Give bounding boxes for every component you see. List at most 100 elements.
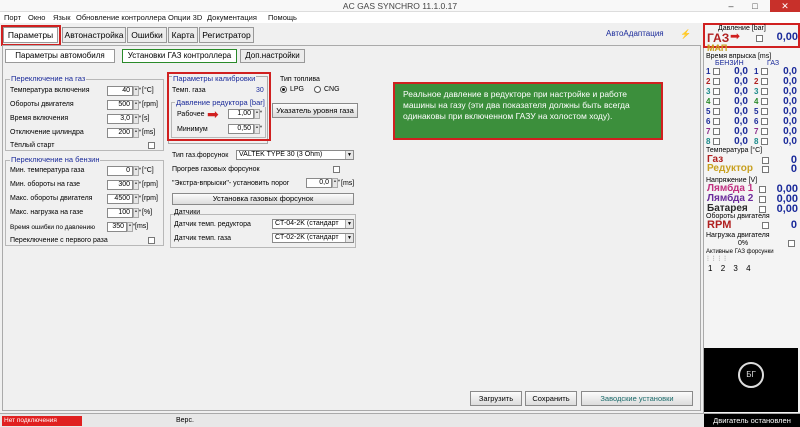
chevron-down-icon: ▼ [345, 151, 353, 159]
tab-map[interactable]: Карта [168, 27, 198, 43]
lpg-radio[interactable] [280, 86, 287, 93]
menu-help[interactable]: Помощь [268, 13, 297, 22]
tab-highlight [1, 25, 61, 46]
cylinder-num: 8 [706, 137, 711, 146]
gas-sensor-select[interactable]: CT-02-2K (стандарт ▼ [272, 233, 354, 243]
max-rpm-spinner[interactable]: ▲▼ [133, 194, 142, 204]
menu-3d[interactable]: Опции 3D [168, 13, 202, 22]
load-button[interactable]: Загрузить [470, 391, 522, 406]
lightning-icon: ⚡ [680, 29, 692, 39]
cylinder-petrol-checkbox[interactable] [713, 78, 720, 85]
enable-time-spinner[interactable]: ▲▼ [133, 114, 142, 124]
enable-temp-label: Температура включения [10, 87, 90, 94]
min-gas-rpm-unit: [rpm] [142, 181, 158, 188]
cylinder-petrol-checkbox[interactable] [713, 138, 720, 145]
cylinder-petrol-checkbox[interactable] [713, 118, 720, 125]
cylinder-gas-checkbox[interactable] [761, 128, 768, 135]
fuel-type-title: Тип топлива [280, 76, 320, 83]
cyl-off-spinner[interactable]: ▲▼ [133, 128, 142, 138]
version-label: Верс. [176, 417, 194, 424]
subtab-extra[interactable]: Доп.настройки [240, 49, 305, 63]
cylinder-gas-checkbox[interactable] [761, 88, 768, 95]
cylinder-gas-checkbox[interactable] [761, 138, 768, 145]
cylinder-num: 5 [706, 107, 711, 116]
enable-temp-input[interactable]: 40 [107, 86, 133, 96]
menu-window[interactable]: Окно [28, 13, 45, 22]
cylinder-gas-checkbox[interactable] [761, 108, 768, 115]
cylinder-gas-checkbox[interactable] [761, 118, 768, 125]
working-pressure-label: Рабочее [177, 111, 205, 118]
load-checkbox[interactable] [788, 240, 795, 247]
logo-panel: БГ [704, 348, 798, 412]
cylinder-gas-checkbox[interactable] [761, 68, 768, 75]
minimize-button[interactable]: – [720, 0, 742, 12]
gas-temp-checkbox[interactable] [762, 157, 769, 164]
enable-temp-spinner[interactable]: ▲▼ [133, 86, 142, 96]
menu-port[interactable]: Порт [4, 13, 21, 22]
min-pressure-spinner[interactable]: ▲▼ [254, 124, 263, 134]
lambda2-checkbox[interactable] [759, 196, 766, 203]
first-switch-checkbox[interactable] [148, 237, 155, 244]
close-button[interactable]: ✕ [770, 0, 800, 12]
injector-heat-checkbox[interactable] [333, 166, 340, 173]
cylinder-petrol-checkbox[interactable] [713, 68, 720, 75]
injector-type-select[interactable]: VALTEK TYPE 30 (3 Ohm) ▼ [236, 150, 354, 160]
max-load-spinner[interactable]: ▲▼ [133, 208, 142, 218]
cylinder-petrol-checkbox[interactable] [713, 98, 720, 105]
pressure-error-input[interactable]: 350 [107, 222, 127, 232]
engine-rpm-spinner[interactable]: ▲▼ [133, 100, 142, 110]
chevron-down-icon: ▼ [345, 220, 353, 228]
max-load-input[interactable]: 100 [107, 208, 133, 218]
engine-rpm-input[interactable]: 500 [107, 100, 133, 110]
cylinder-petrol-checkbox[interactable] [713, 88, 720, 95]
min-gas-rpm-spinner[interactable]: ▲▼ [133, 180, 142, 190]
menu-language[interactable]: Язык [53, 13, 71, 22]
lambda1-checkbox[interactable] [759, 186, 766, 193]
subtab-gas-settings[interactable]: Установки ГАЗ контроллера [122, 49, 237, 63]
cylinder-gas-checkbox[interactable] [761, 78, 768, 85]
min-gas-temp-input[interactable]: 0 [107, 166, 133, 176]
max-rpm-input[interactable]: 4500 [107, 194, 133, 204]
pressure-error-spinner[interactable]: ▲▼ [127, 222, 136, 232]
extra-injection-spinner[interactable]: ▲▼ [332, 178, 341, 188]
battery-checkbox[interactable] [759, 206, 766, 213]
warm-start-checkbox[interactable] [148, 142, 155, 149]
factory-settings-button[interactable]: Заводские установки [581, 391, 693, 406]
injector-num-1: 1 [708, 264, 716, 273]
maximize-button[interactable]: □ [744, 0, 766, 12]
working-pressure-spinner[interactable]: ▲▼ [254, 109, 263, 119]
tab-autotune[interactable]: Автонастройка [62, 27, 126, 43]
save-button[interactable]: Сохранить [525, 391, 577, 406]
rpm-checkbox[interactable] [762, 222, 769, 229]
tab-errors[interactable]: Ошибки [127, 27, 167, 43]
reducer-sensor-select[interactable]: CT-04-2K (стандарт ▼ [272, 219, 354, 229]
menu-update[interactable]: Обновление контроллера [76, 13, 166, 22]
extra-injection-input[interactable]: 0,0 [306, 178, 332, 188]
extra-injection-unit: [ms] [341, 180, 355, 187]
cylinder-num-gas: 1 [754, 67, 759, 76]
engine-rpm-label: Обороты двигателя [10, 101, 74, 108]
reducer-temp-checkbox[interactable] [762, 166, 769, 173]
gaz-pressure-checkbox[interactable] [756, 35, 763, 42]
min-pressure-input[interactable]: 0,50 [228, 124, 254, 134]
engine-status: Двигатель остановлен [704, 414, 800, 427]
autoadapt-button[interactable]: АвтоАдаптация [606, 29, 664, 38]
cng-radio[interactable] [314, 86, 321, 93]
install-injectors-button[interactable]: Установка газовых форсунок [172, 193, 354, 205]
level-indicator-button[interactable]: Указатель уровня газа [272, 103, 358, 118]
enable-time-input[interactable]: 3,0 [107, 114, 133, 124]
min-gas-temp-spinner[interactable]: ▲▼ [133, 166, 142, 176]
arrow-right-icon: ➡ [730, 29, 741, 43]
tab-recorder[interactable]: Регистратор [199, 27, 254, 43]
working-pressure-input[interactable]: 1,00 [228, 109, 254, 119]
window-title: AC GAS SYNCHRO 11.1.0.17 [342, 1, 458, 11]
injector-numbers: 1 2 3 4 [708, 264, 754, 273]
subtab-auto-params[interactable]: Параметры автомобиля [5, 49, 115, 63]
cylinder-petrol-checkbox[interactable] [713, 128, 720, 135]
menu-docs[interactable]: Документация [207, 13, 257, 22]
min-gas-rpm-input[interactable]: 300 [107, 180, 133, 190]
cyl-off-input[interactable]: 200 [107, 128, 133, 138]
cylinder-petrol-checkbox[interactable] [713, 108, 720, 115]
cylinder-gas-checkbox[interactable] [761, 98, 768, 105]
cng-label: CNG [324, 86, 340, 93]
